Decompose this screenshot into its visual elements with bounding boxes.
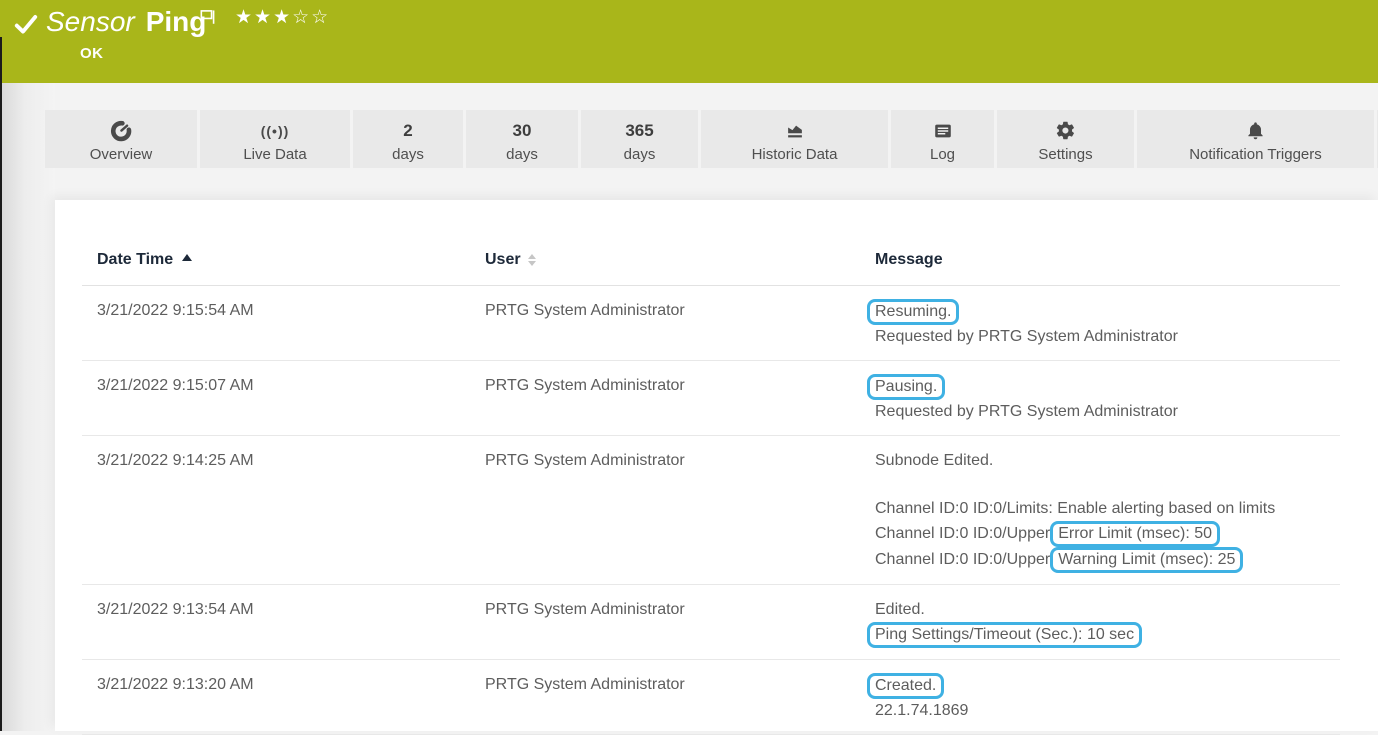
highlight-box: Resuming. [867, 299, 959, 325]
page-title: Sensor Ping [46, 6, 206, 38]
gear-icon [1055, 118, 1076, 144]
tab-label: Notification Triggers [1189, 145, 1322, 165]
sensor-type-label: Sensor [46, 6, 135, 37]
status-badge: OK [80, 45, 104, 62]
stars-empty[interactable]: ☆☆ [292, 6, 330, 28]
cell-user: PRTG System Administrator [470, 299, 860, 349]
tab-365-days[interactable]: 365 days [581, 110, 698, 168]
column-header-label: Date Time [97, 251, 173, 269]
detail-prefix: Channel ID:0 ID:0/Upper [875, 551, 1050, 568]
cell-datetime: 3/21/2022 9:14:25 AM [82, 449, 470, 573]
message-action: Edited. [875, 598, 1340, 622]
highlight-box: Pausing. [867, 374, 945, 400]
highlight-box: Warning Limit (msec): 25 [1050, 547, 1243, 573]
message-detail: 22.1.74.1869 [875, 699, 1340, 723]
table-row: 3/21/2022 9:13:20 AM PRTG System Adminis… [82, 660, 1340, 735]
cell-message: Created. 22.1.74.1869 [860, 673, 1340, 723]
message-action: Subnode Edited. [875, 449, 1340, 473]
table-row: 3/21/2022 9:14:25 AM PRTG System Adminis… [82, 436, 1340, 585]
cell-datetime: 3/21/2022 9:15:07 AM [82, 374, 470, 424]
tab-live-data[interactable]: ((•)) Live Data [200, 110, 350, 168]
tab-number: 365 [625, 118, 653, 144]
tab-30-days[interactable]: 30 days [466, 110, 578, 168]
cell-datetime: 3/21/2022 9:13:20 AM [82, 673, 470, 723]
stars-filled[interactable]: ★★★ [235, 6, 292, 28]
cell-datetime: 3/21/2022 9:15:54 AM [82, 299, 470, 349]
column-header-label: Message [875, 251, 943, 269]
tab-log[interactable]: Log [891, 110, 994, 168]
cell-message: Pausing. Requested by PRTG System Admini… [860, 374, 1340, 424]
tab-label: Overview [90, 145, 153, 165]
message-detail: Channel ID:0 ID:0/Limits: Enable alertin… [875, 497, 1340, 521]
highlight-box: Ping Settings/Timeout (Sec.): 10 sec [867, 622, 1142, 648]
priority-flag-icon[interactable] [200, 9, 216, 27]
left-edge-strip [0, 37, 2, 731]
rating-stars[interactable]: ★★★☆☆ [235, 6, 330, 28]
cell-user: PRTG System Administrator [470, 449, 860, 573]
tab-2-days[interactable]: 2 days [353, 110, 463, 168]
content-panel: Date Time User Message 3/21/2022 9:15:54… [55, 200, 1378, 731]
cell-datetime: 3/21/2022 9:13:54 AM [82, 598, 470, 648]
column-header-datetime[interactable]: Date Time [82, 251, 470, 269]
highlight-box: Error Limit (msec): 50 [1050, 521, 1220, 547]
message-detail: Requested by PRTG System Administrator [875, 325, 1340, 349]
tab-notification-triggers[interactable]: Notification Triggers [1137, 110, 1374, 168]
sort-ascending-icon [182, 254, 192, 261]
cell-user: PRTG System Administrator [470, 598, 860, 648]
detail-prefix: Channel ID:0 ID:0/Upper [875, 525, 1050, 542]
tab-label: Live Data [243, 145, 306, 165]
tab-settings[interactable]: Settings [997, 110, 1134, 168]
log-table: Date Time User Message 3/21/2022 9:15:54… [55, 200, 1378, 735]
sensor-header: Sensor Ping ★★★☆☆ OK [0, 0, 1378, 83]
table-row: 3/21/2022 9:15:54 AM PRTG System Adminis… [82, 286, 1340, 361]
table-row: 3/21/2022 9:13:54 AM PRTG System Adminis… [82, 585, 1340, 660]
cell-message: Subnode Edited. Channel ID:0 ID:0/Limits… [860, 449, 1340, 573]
tab-number: 30 [513, 118, 532, 144]
column-header-user[interactable]: User [470, 251, 860, 269]
tab-label: Historic Data [752, 145, 838, 165]
highlight-box: Created. [867, 673, 944, 699]
live-data-icon: ((•)) [261, 118, 290, 144]
cell-message: Edited. Ping Settings/Timeout (Sec.): 10… [860, 598, 1340, 648]
tab-label: days [624, 145, 656, 165]
tab-overview[interactable]: Overview [45, 110, 197, 168]
cell-user: PRTG System Administrator [470, 673, 860, 723]
tab-label: days [392, 145, 424, 165]
message-detail: Channel ID:0 ID:0/UpperError Limit (msec… [875, 521, 1340, 547]
column-header-message[interactable]: Message [860, 251, 1340, 269]
tab-label: Log [930, 145, 955, 165]
area-chart-icon [784, 118, 806, 144]
left-margin [0, 83, 55, 731]
message-detail: Requested by PRTG System Administrator [875, 400, 1340, 424]
bell-icon [1245, 118, 1266, 144]
tab-label: Settings [1038, 145, 1092, 165]
table-row: 3/21/2022 9:15:07 AM PRTG System Adminis… [82, 361, 1340, 436]
tab-historic-data[interactable]: Historic Data [701, 110, 888, 168]
tab-label: days [506, 145, 538, 165]
gauge-icon [110, 118, 132, 144]
tab-number: 2 [403, 118, 412, 144]
sort-both-icon [528, 254, 536, 266]
message-detail: Channel ID:0 ID:0/UpperWarning Limit (ms… [875, 547, 1340, 573]
cell-user: PRTG System Administrator [470, 374, 860, 424]
log-icon [932, 118, 954, 144]
table-header-row: Date Time User Message [82, 200, 1340, 286]
status-check-icon [13, 11, 39, 37]
sensor-tabbar: Overview ((•)) Live Data 2 days 30 days … [45, 110, 1378, 168]
column-header-label: User [485, 251, 521, 269]
cell-message: Resuming. Requested by PRTG System Admin… [860, 299, 1340, 349]
sensor-name: Ping [146, 6, 207, 37]
